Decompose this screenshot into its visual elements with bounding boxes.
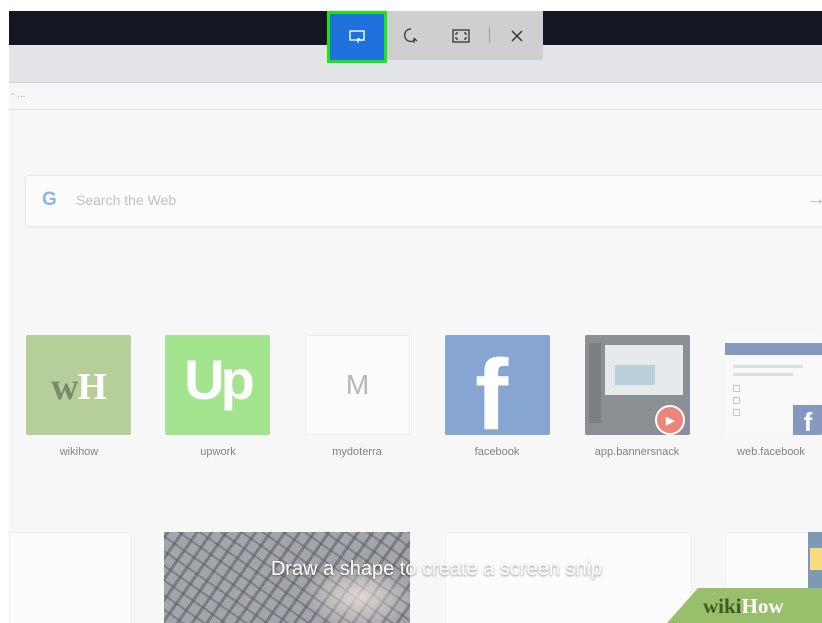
screenshot-frame: - ... G Search the Web → wH wikihow Up u… <box>0 0 822 623</box>
top-margin <box>0 0 822 11</box>
snip-dim-overlay[interactable] <box>9 45 822 623</box>
rectangle-snip-icon <box>349 30 365 43</box>
close-icon <box>511 29 523 42</box>
fullscreen-snip-icon <box>452 28 470 43</box>
snip-toolbar <box>327 11 543 63</box>
freeform-snip-button[interactable] <box>385 11 437 60</box>
toolbar-separator <box>489 27 490 43</box>
snip-instruction-text: Draw a shape to create a screen snip <box>270 558 603 580</box>
close-button[interactable] <box>491 11 543 60</box>
freeform-snip-icon <box>404 27 418 43</box>
left-margin <box>0 0 9 623</box>
rectangular-snip-button[interactable] <box>327 11 387 63</box>
fullscreen-snip-button[interactable] <box>435 11 487 60</box>
